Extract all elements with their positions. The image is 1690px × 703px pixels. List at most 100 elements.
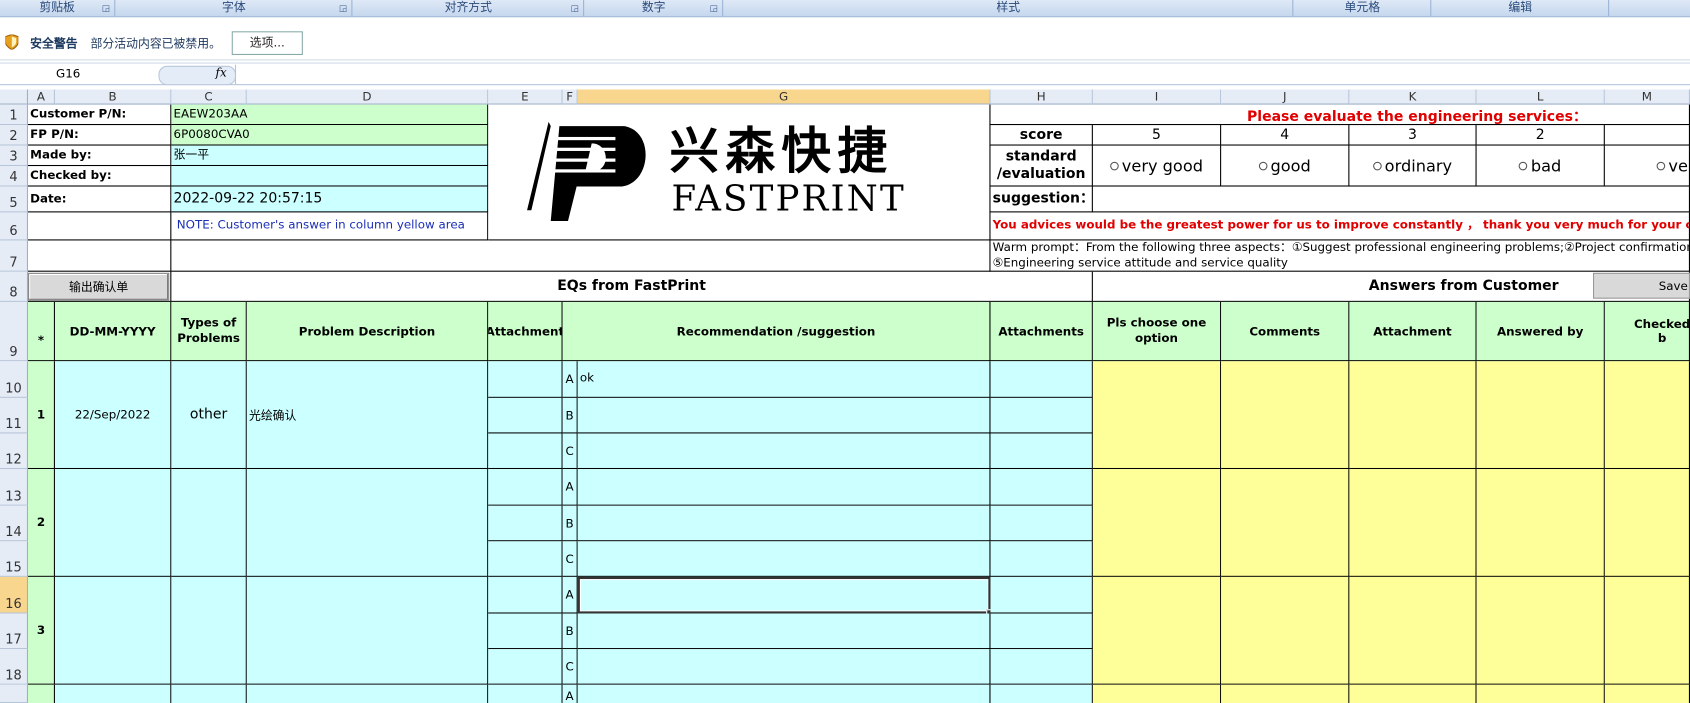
evaluation-title[interactable]: Please evaluate the engineering services…	[990, 104, 1690, 126]
entry-type[interactable]	[171, 469, 247, 577]
entry-date[interactable]	[54, 469, 172, 577]
row-header[interactable]: 12	[0, 433, 29, 470]
fp-pn-label[interactable]: FP P/N:	[28, 125, 172, 146]
option-letter[interactable]: B	[562, 397, 578, 434]
formula-input[interactable]	[234, 64, 1690, 85]
made-by-label[interactable]: Made by:	[28, 145, 172, 167]
answered-by-column-header[interactable]: Answered by	[1476, 301, 1605, 362]
attachments-cell[interactable]	[990, 576, 1093, 614]
customer-attachment-cell[interactable]	[1349, 684, 1477, 703]
row-header[interactable]: 1	[0, 104, 29, 126]
warm-prompt[interactable]: Warm prompt：From the following three asp…	[990, 240, 1690, 272]
entry-date[interactable]: 22/Sep/2022	[54, 361, 172, 470]
comments-cell[interactable]	[1221, 469, 1350, 577]
checked-by-label[interactable]: Checked by:	[28, 166, 172, 187]
row-header[interactable]: 3	[0, 145, 29, 167]
checked-by-cell[interactable]	[1604, 361, 1690, 470]
entry-type[interactable]	[171, 576, 247, 685]
row-header[interactable]: 2	[0, 125, 29, 146]
checked-by-cell[interactable]	[1604, 684, 1690, 703]
column-header[interactable]: M	[1604, 89, 1690, 105]
answer-option-cell[interactable]	[1092, 576, 1222, 685]
empty-cell[interactable]	[28, 240, 172, 272]
option-letter[interactable]: A	[562, 576, 578, 614]
rating-option-bad[interactable]: bad	[1476, 145, 1605, 187]
entry-description[interactable]	[246, 684, 489, 703]
option-letter[interactable]: B	[562, 613, 578, 650]
index-header[interactable]: *	[28, 301, 55, 362]
ribbon-group-editing[interactable]: 编辑	[1432, 0, 1610, 17]
option-letter[interactable]: B	[562, 505, 578, 542]
answered-by-cell[interactable]	[1476, 361, 1605, 470]
note-text[interactable]: NOTE: Customer's answer in column yellow…	[171, 212, 489, 241]
option-letter[interactable]: C	[562, 541, 578, 577]
option-letter[interactable]: C	[562, 649, 578, 685]
checked-by-cell[interactable]	[1604, 576, 1690, 685]
customer-pn-label[interactable]: Customer P/N:	[28, 104, 172, 126]
score-label[interactable]: score	[990, 125, 1093, 146]
recommendation-cell[interactable]	[577, 397, 991, 434]
ribbon-group-styles[interactable]: 样式	[724, 0, 1294, 17]
comments-column-header[interactable]: Comments	[1221, 301, 1350, 362]
attachments-cell[interactable]	[990, 361, 1093, 398]
row-header[interactable]: 14	[0, 505, 29, 542]
option-letter[interactable]: C	[562, 433, 578, 470]
column-header[interactable]: L	[1476, 89, 1605, 105]
attachment-cell[interactable]	[488, 684, 563, 703]
row-header[interactable]: 5	[0, 186, 29, 213]
checked-by-value[interactable]	[171, 166, 489, 187]
entry-type[interactable]	[171, 684, 247, 703]
dialog-launcher-icon[interactable]: ◲	[339, 1, 347, 15]
answered-by-cell[interactable]	[1476, 684, 1605, 703]
function-icon[interactable]: fx	[216, 66, 227, 80]
ribbon-group-font[interactable]: 字体 ◲	[116, 0, 353, 17]
choose-option-column-header[interactable]: Pls choose one option	[1092, 301, 1222, 362]
column-header[interactable]: H	[990, 89, 1093, 105]
row-header[interactable]: 13	[0, 469, 29, 506]
attachment-column-header[interactable]: Attachment	[488, 301, 563, 362]
entry-number[interactable]	[28, 684, 55, 703]
entry-date[interactable]	[54, 684, 172, 703]
recommendation-cell[interactable]	[577, 541, 991, 577]
attachment-cell[interactable]	[488, 649, 563, 685]
ribbon-group-number[interactable]: 数字 ◲	[585, 0, 724, 17]
attachments-cell[interactable]	[990, 684, 1093, 703]
score-value[interactable]: 2	[1476, 125, 1605, 146]
column-header[interactable]: F	[562, 89, 578, 105]
customer-attachment-cell[interactable]	[1349, 361, 1477, 470]
customer-attachment-column-header[interactable]: Attachment	[1349, 301, 1477, 362]
recommendation-cell[interactable]	[577, 613, 991, 650]
attachment-cell[interactable]	[488, 541, 563, 577]
suggestion-input[interactable]	[1092, 186, 1690, 213]
row-header[interactable]: 16	[0, 576, 29, 614]
row-header[interactable]: 9	[0, 301, 29, 362]
option-letter[interactable]: A	[562, 361, 578, 398]
attachments-cell[interactable]	[990, 397, 1093, 434]
recommendation-cell[interactable]	[577, 649, 991, 685]
select-all-corner[interactable]	[0, 89, 29, 105]
radio-button-icon[interactable]	[1656, 161, 1666, 170]
answered-by-cell[interactable]	[1476, 576, 1605, 685]
column-header[interactable]: J	[1221, 89, 1350, 105]
attachments-cell[interactable]	[990, 505, 1093, 542]
attachment-cell[interactable]	[488, 576, 563, 614]
description-column-header[interactable]: Problem Description	[246, 301, 489, 362]
recommendation-cell[interactable]	[577, 433, 991, 470]
recommendation-column-header[interactable]: Recommendation /suggestion	[562, 301, 991, 362]
answered-by-cell[interactable]	[1476, 469, 1605, 577]
suggestion-label[interactable]: suggestion：	[990, 186, 1093, 213]
recommendation-cell[interactable]	[577, 505, 991, 542]
recommendation-cell[interactable]	[577, 469, 991, 506]
empty-cell[interactable]	[171, 240, 991, 272]
recommendation-cell[interactable]	[577, 684, 991, 703]
radio-button-icon[interactable]	[1258, 161, 1268, 170]
column-header[interactable]: E	[488, 89, 563, 105]
attachment-cell[interactable]	[488, 397, 563, 434]
entry-description[interactable]	[246, 469, 489, 577]
entry-type[interactable]: other	[171, 361, 247, 470]
standard-evaluation-label[interactable]: standard /evaluation	[990, 145, 1093, 187]
answer-option-cell[interactable]	[1092, 361, 1222, 470]
export-confirmation-button[interactable]: 输出确认单	[28, 272, 170, 301]
column-header[interactable]: I	[1092, 89, 1222, 105]
attachment-cell[interactable]	[488, 469, 563, 506]
